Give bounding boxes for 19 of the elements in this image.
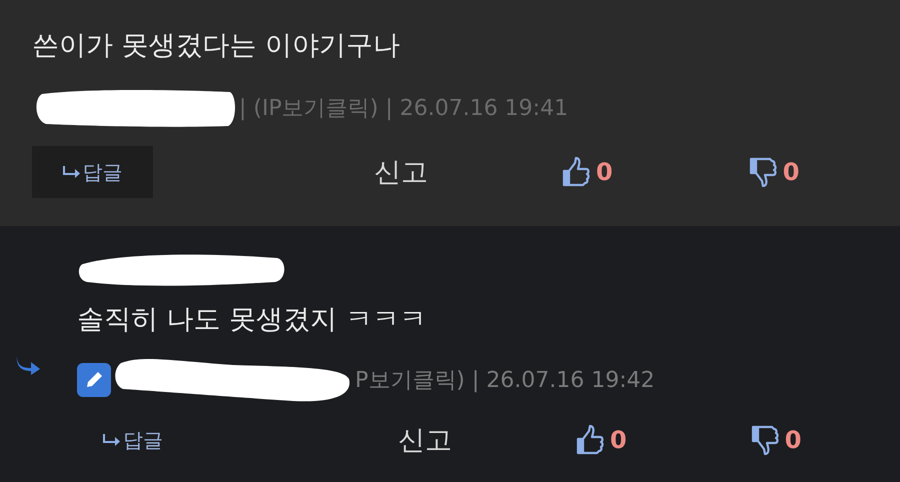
report-button[interactable]: 신고 [374, 154, 428, 190]
like-button[interactable]: 0 [576, 425, 627, 455]
thumbs-down-icon [750, 425, 779, 455]
comment-meta: P보기클릭) | 26.07.16 19:42 [355, 367, 655, 395]
dislike-button[interactable]: 0 [750, 425, 802, 455]
reply-arrow-icon [103, 433, 121, 447]
thumbs-up-icon [562, 157, 590, 187]
reply-button[interactable]: 답글 [103, 420, 163, 460]
thumbs-down-icon [748, 157, 777, 187]
pencil-icon [77, 363, 111, 397]
comment-meta: | (IP보기클릭) | 26.07.16 19:41 [239, 95, 568, 123]
dislike-button[interactable]: 0 [748, 157, 800, 187]
reply-arrow-icon [62, 165, 80, 179]
like-button[interactable]: 0 [562, 157, 613, 187]
comment-text: 쓴이가 못생겼다는 이야기구나 [32, 29, 402, 63]
comment-text: 솔직히 나도 못생겼지 ㅋㅋㅋ [77, 303, 428, 337]
thumbs-up-icon [576, 425, 604, 455]
report-button[interactable]: 신고 [398, 422, 452, 458]
reply-button[interactable]: 답글 [32, 146, 153, 198]
